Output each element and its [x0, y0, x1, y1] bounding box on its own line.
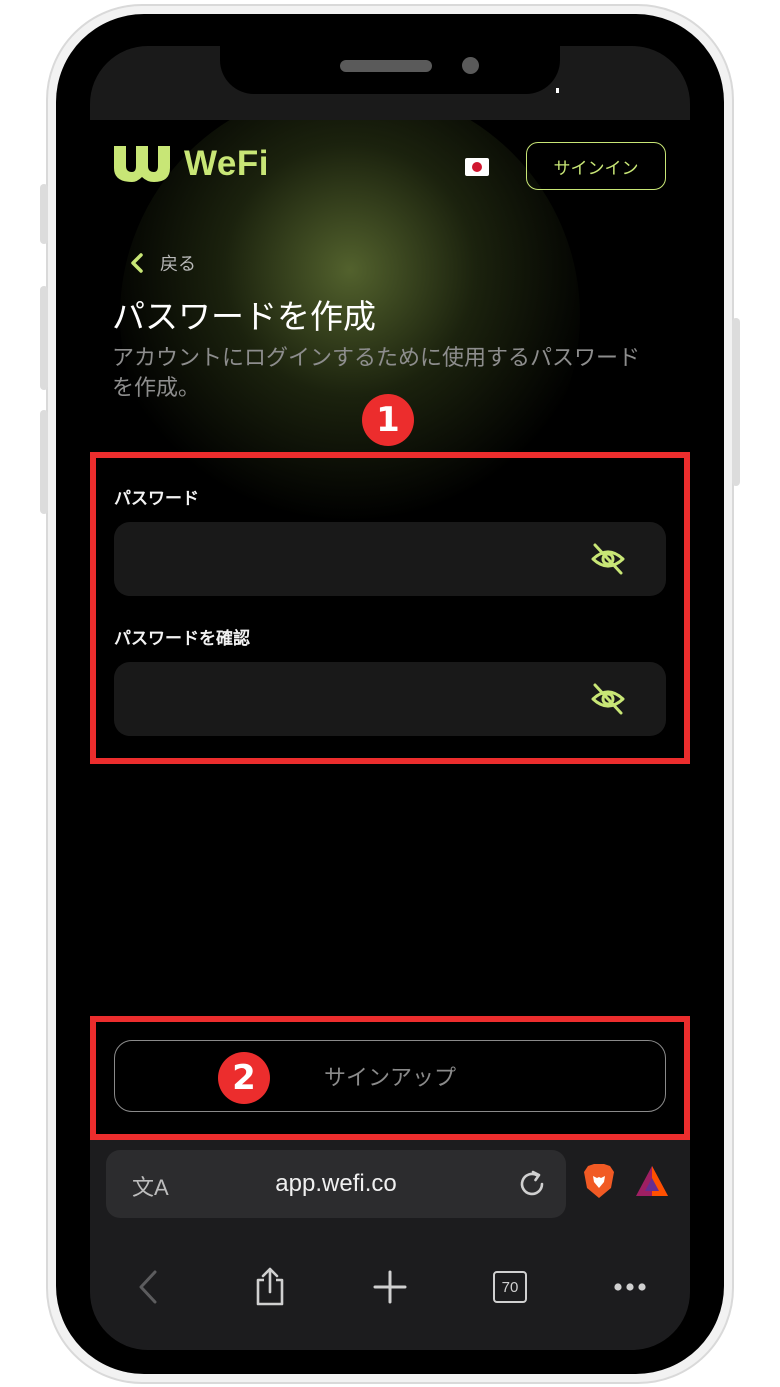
- annotation-box-2: [90, 1016, 690, 1140]
- logo-text: WeFi: [184, 144, 269, 183]
- wefi-logo[interactable]: WeFi: [112, 144, 269, 184]
- annotation-number-1: 1: [362, 394, 414, 446]
- annotation-number-2: 2: [218, 1052, 270, 1104]
- japan-flag-icon[interactable]: [465, 158, 489, 176]
- tab-count: 70: [493, 1271, 527, 1303]
- brave-shield-icon[interactable]: [582, 1162, 616, 1200]
- chevron-left-icon: [139, 1270, 157, 1304]
- status-indicator: [556, 88, 559, 93]
- annotation-box-1: [90, 452, 690, 764]
- flag-circle: [472, 162, 482, 172]
- share-icon: [256, 1267, 284, 1306]
- back-link[interactable]: 戻る: [130, 250, 196, 276]
- speaker: [340, 60, 432, 72]
- plus-icon: [373, 1270, 407, 1304]
- camera: [462, 57, 479, 74]
- chevron-left-icon: [131, 253, 143, 273]
- more-menu-button[interactable]: [610, 1262, 650, 1312]
- browser-back-button[interactable]: [128, 1262, 168, 1312]
- share-button[interactable]: [250, 1262, 290, 1312]
- page-title: パスワードを作成: [112, 297, 376, 336]
- volume-down-button: [40, 410, 48, 514]
- signin-button[interactable]: サインイン: [526, 142, 666, 190]
- address-bar[interactable]: 文A app.wefi.co: [106, 1150, 566, 1218]
- bat-rewards-icon[interactable]: [634, 1164, 670, 1198]
- browser-toolbar: 文A app.wefi.co 70: [90, 1134, 690, 1350]
- reload-icon[interactable]: [516, 1168, 548, 1200]
- tabs-button[interactable]: 70: [492, 1262, 528, 1312]
- volume-up-button: [40, 286, 48, 390]
- notch: [220, 46, 560, 94]
- more-icon: [614, 1283, 646, 1291]
- url-text[interactable]: app.wefi.co: [106, 1150, 566, 1218]
- power-button: [732, 318, 740, 486]
- wefi-logo-icon: [114, 146, 170, 182]
- back-label: 戻る: [160, 254, 196, 275]
- silent-switch: [40, 184, 48, 244]
- new-tab-button[interactable]: [370, 1262, 410, 1312]
